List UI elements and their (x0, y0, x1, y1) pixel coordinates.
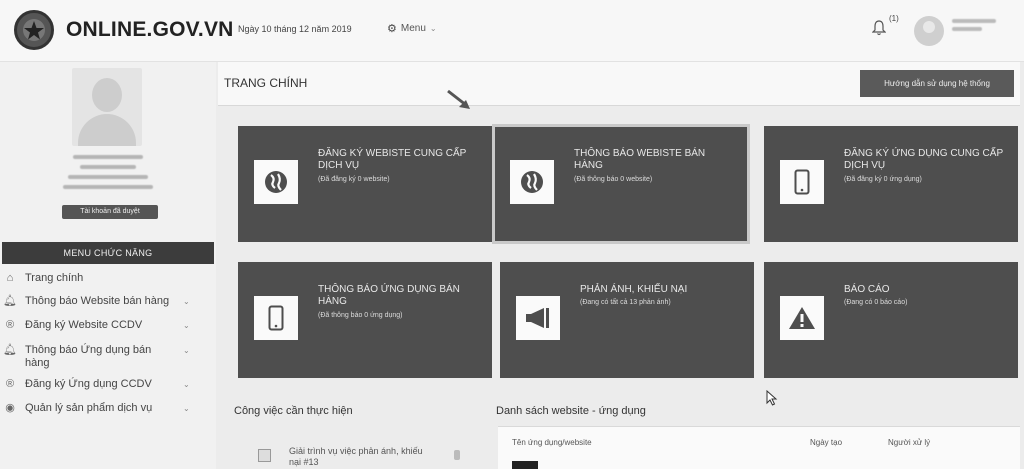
globe-icon (510, 160, 554, 204)
task-handle-icon[interactable] (454, 450, 460, 460)
tasks-section-title: Công việc cần thực hiện (234, 405, 353, 417)
notification-count: (1) (889, 14, 899, 23)
site-logo[interactable]: ONLINE.GOV.VN (14, 10, 234, 50)
arrow-icon (447, 89, 470, 109)
gear-icon: ⚙ (387, 23, 397, 35)
sidebar-item-home[interactable]: ⌂ Trang chính (0, 272, 216, 285)
table-row[interactable] (512, 461, 538, 469)
account-status-badge: Tài khoản đã duyệt (62, 205, 158, 219)
chevron-down-icon: ⌄ (183, 321, 190, 330)
mobile-icon (780, 160, 824, 204)
page-title: TRANG CHÍNH (224, 76, 308, 90)
main-content: TRANG CHÍNH Hướng dẫn sử dụng hệ thống Đ… (216, 62, 1024, 469)
sidebar-item-label: Quản lý sản phẩm dịch vụ (25, 402, 153, 414)
tile-title: THÔNG BÁO WEBISTE BÁN HÀNG (574, 148, 706, 171)
tile-notify-sales-website[interactable]: THÔNG BÁO WEBISTE BÁN HÀNG (Đã thông báo… (492, 124, 750, 244)
tile-title: PHẢN ÁNH, KHIẾU NẠI (580, 284, 688, 295)
user-guide-button[interactable]: Hướng dẫn sử dụng hệ thống (860, 70, 1014, 97)
sidebar-item-label: Đăng ký Ứng dụng CCDV (25, 378, 152, 390)
column-header-created[interactable]: Ngày tạo (810, 438, 842, 447)
menu-dropdown[interactable]: ⚙ Menu ⌄ (387, 22, 437, 35)
tile-register-website[interactable]: ĐĂNG KÝ WEBISTE CUNG CẤP DỊCH VỤ (Đã đăn… (238, 126, 492, 242)
tile-subtitle: (Đang có 0 báo cáo) (844, 299, 908, 306)
tile-register-app[interactable]: ĐĂNG KÝ ỨNG DỤNG CUNG CẤP DỊCH VỤ (Đã đă… (764, 126, 1018, 242)
tile-subtitle: (Đã đăng ký 0 ứng dụng) (844, 176, 922, 183)
list-section-title: Danh sách website - ứng dụng (496, 405, 646, 417)
tile-notify-sales-app[interactable]: THÔNG BÁO ỨNG DỤNG BÁN HÀNG (Đã thông bá… (238, 262, 492, 378)
chevron-down-icon: ⌄ (183, 380, 190, 389)
current-date: Ngày 10 tháng 12 năm 2019 (238, 24, 352, 34)
tile-reports[interactable]: BÁO CÁO (Đang có 0 báo cáo) (764, 262, 1018, 378)
function-menu-header: MENU CHỨC NĂNG (2, 242, 214, 264)
sidebar-item-register-website[interactable]: ® Đăng ký Website CCDV ⌄ (0, 319, 216, 332)
profile-avatar (72, 68, 142, 146)
mouse-cursor-icon (766, 390, 778, 406)
user-avatar[interactable] (914, 16, 944, 46)
site-name: ONLINE.GOV.VN (66, 18, 234, 41)
page-header: TRANG CHÍNH Hướng dẫn sử dụng hệ thống (218, 62, 1020, 106)
bell-icon: 🔔︎ (3, 295, 17, 307)
chevron-down-icon: ⌄ (183, 404, 190, 413)
sidebar-item-label: Đăng ký Website CCDV (25, 319, 143, 331)
tile-title: ĐĂNG KÝ WEBISTE CUNG CẤP DỊCH VỤ (318, 148, 467, 171)
sidebar: Tài khoản đã duyệt MENU CHỨC NĂNG ⌂ Tran… (0, 62, 216, 469)
national-emblem-icon (14, 10, 54, 50)
sidebar-item-sales-website[interactable]: 🔔︎ Thông báo Website bán hàng ⌄ (0, 295, 216, 308)
tile-subtitle: (Đang có tất cả 13 phản ánh) (580, 299, 671, 306)
task-item[interactable]: Giải trình vụ việc phản ánh, khiếu nại #… (258, 446, 429, 468)
column-header-name[interactable]: Tên ứng dụng/website (512, 438, 592, 447)
home-icon: ⌂ (6, 272, 14, 284)
tile-subtitle: (Đã thông báo 0 ứng dụng) (318, 312, 403, 319)
tile-subtitle: (Đã đăng ký 0 website) (318, 176, 390, 183)
sidebar-item-label: Thông báo Website bán hàng (25, 295, 170, 307)
sidebar-item-sales-app[interactable]: 🔔︎ Thông báo Ứng dụng bán hàng ⌄ (0, 344, 216, 370)
tile-title: BÁO CÁO (844, 284, 890, 295)
sidebar-item-label: Thông báo Ứng dụng bán hàng (25, 344, 152, 369)
megaphone-icon (516, 296, 560, 340)
registered-icon: ® (5, 319, 15, 331)
menu-label: Menu (400, 23, 426, 34)
notification-bell-icon[interactable] (871, 20, 887, 41)
bell-icon: 🔔︎ (3, 344, 17, 356)
tile-title: THÔNG BÁO ỨNG DỤNG BÁN HÀNG (318, 284, 460, 307)
globe-icon (254, 160, 298, 204)
column-header-handler[interactable]: Người xử lý (888, 438, 930, 447)
warning-icon (780, 296, 824, 340)
chevron-down-icon: ⌄ (429, 24, 437, 33)
sidebar-item-products[interactable]: ◉ Quản lý sản phẩm dịch vụ ⌄ (0, 402, 216, 415)
tile-subtitle: (Đã thông báo 0 website) (574, 176, 653, 183)
chevron-down-icon: ⌄ (183, 297, 190, 306)
sidebar-item-register-app[interactable]: ® Đăng ký Ứng dụng CCDV ⌄ (0, 378, 216, 391)
mobile-icon (254, 296, 298, 340)
chevron-down-icon: ⌄ (183, 346, 190, 355)
task-text: Giải trình vụ việc phản ánh, khiếu nại #… (289, 446, 423, 467)
tag-icon: ◉ (5, 402, 15, 414)
tile-title: ĐĂNG KÝ ỨNG DỤNG CUNG CẤP DỊCH VỤ (844, 148, 1003, 171)
profile-info-redacted (50, 155, 166, 195)
tile-complaints[interactable]: PHẢN ÁNH, KHIẾU NẠI (Đang có tất cả 13 p… (500, 262, 754, 378)
top-header: ONLINE.GOV.VN Ngày 10 tháng 12 năm 2019 … (0, 0, 1024, 62)
task-checkbox[interactable] (258, 449, 271, 462)
sidebar-item-label: Trang chính (25, 272, 84, 284)
user-info-redacted[interactable] (952, 19, 998, 35)
registered-icon: ® (5, 378, 15, 390)
website-app-table: Tên ứng dụng/website Ngày tạo Người xử l… (498, 426, 1020, 469)
